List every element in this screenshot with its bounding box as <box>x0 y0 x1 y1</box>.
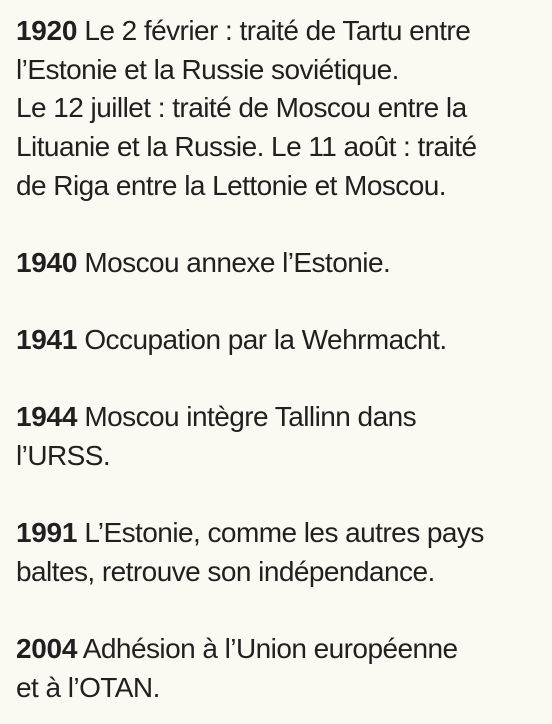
timeline-year: 1991 <box>16 517 78 549</box>
timeline-entry-2004: 2004 Adhésion à l’Union européenne et à … <box>16 630 542 707</box>
timeline-text-line: l’URSS. <box>16 440 111 472</box>
timeline-entry-1941: 1941 Occupation par la Wehrmacht. <box>16 321 542 360</box>
timeline-text-line: L’Estonie, comme les autres pays <box>84 517 484 549</box>
timeline-year: 1944 <box>16 401 78 433</box>
timeline-text: 1920 Le 2 février : traité de Tartu entr… <box>0 0 552 724</box>
timeline-text-line: Le 12 juillet : traité de Moscou entre l… <box>16 92 467 124</box>
timeline-year: 2004 <box>16 633 78 665</box>
timeline-year: 1941 <box>16 324 78 356</box>
timeline-text-line: Le 2 février : traité de Tartu entre <box>84 15 471 46</box>
timeline-text-line: Adhésion à l’Union européenne <box>82 633 458 665</box>
timeline-entry-1920: 1920 Le 2 février : traité de Tartu entr… <box>16 12 542 206</box>
timeline-text-line: de Riga entre la Lettonie et Moscou. <box>16 169 447 201</box>
timeline-text-line: Moscou annexe l’Estonie. <box>84 247 391 279</box>
timeline-text-line: baltes, retrouve son indépendance. <box>16 556 435 588</box>
timeline-year: 1920 <box>16 15 78 46</box>
timeline-year: 1940 <box>16 247 78 279</box>
timeline-text-line: Lituanie et la Russie. Le 11 août : trai… <box>16 131 477 163</box>
timeline-text-line: Occupation par la Wehrmacht. <box>84 324 447 356</box>
timeline-text-line: Moscou intègre Tallinn dans <box>84 401 417 433</box>
timeline-entry-1940: 1940 Moscou annexe l’Estonie. <box>16 244 542 283</box>
timeline-entry-1991: 1991 L’Estonie, comme les autres pays ba… <box>16 514 542 591</box>
timeline-text-line: l’Estonie et la Russie soviétique. <box>16 53 399 85</box>
timeline-text-line: et à l’OTAN. <box>16 671 160 703</box>
timeline-entry-1944: 1944 Moscou intègre Tallinn dans l’URSS. <box>16 398 542 475</box>
